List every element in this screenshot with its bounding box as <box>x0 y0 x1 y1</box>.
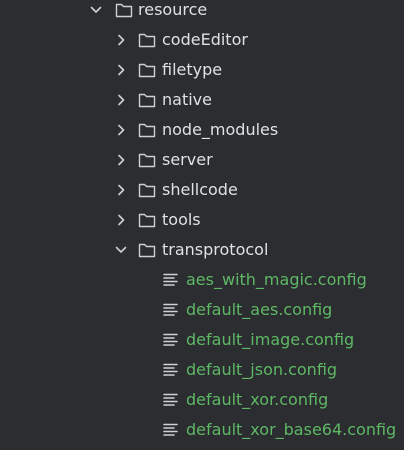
tree-node-resource[interactable]: resource <box>0 0 404 25</box>
tree-node-tools[interactable]: tools <box>0 205 404 235</box>
tree-node-node_modules[interactable]: node_modules <box>0 115 404 145</box>
text-file-icon <box>163 333 178 346</box>
tree-file-default_xor_base64[interactable]: default_xor_base64.config <box>0 415 404 445</box>
folder-icon <box>138 213 156 228</box>
folder-icon <box>138 153 156 168</box>
chevron-right-icon[interactable] <box>113 212 129 228</box>
text-file-icon <box>163 363 178 376</box>
tree-file-default_aes[interactable]: default_aes.config <box>0 295 404 325</box>
tree-node-label: filetype <box>162 60 223 79</box>
tree-file-label: default_xor_base64.config <box>186 420 397 439</box>
chevron-right-icon[interactable] <box>113 122 129 138</box>
tree-node-label: codeEditor <box>162 30 248 49</box>
tree-node-server[interactable]: server <box>0 145 404 175</box>
chevron-down-icon[interactable] <box>88 2 104 18</box>
chevron-right-icon[interactable] <box>113 152 129 168</box>
folder-icon <box>138 123 156 138</box>
folder-icon <box>115 3 133 18</box>
tree-node-label: native <box>162 90 212 109</box>
folder-icon <box>138 93 156 108</box>
chevron-right-icon[interactable] <box>113 92 129 108</box>
tree-file-label: aes_with_magic.config <box>186 270 367 289</box>
tree-file-label: default_image.config <box>186 330 355 349</box>
tree-node-native[interactable]: native <box>0 85 404 115</box>
text-file-icon <box>163 303 178 316</box>
tree-node-transprotocol[interactable]: transprotocol <box>0 235 404 265</box>
tree-file-default_image[interactable]: default_image.config <box>0 325 404 355</box>
tree-file-aes_with_magic[interactable]: aes_with_magic.config <box>0 265 404 295</box>
text-file-icon <box>163 423 178 436</box>
tree-node-shellcode[interactable]: shellcode <box>0 175 404 205</box>
folder-icon <box>138 63 156 78</box>
project-tree: resource codeEditor filetype native node… <box>0 0 404 450</box>
tree-node-codeEditor[interactable]: codeEditor <box>0 25 404 55</box>
tree-file-label: default_aes.config <box>186 300 333 319</box>
tree-node-label: shellcode <box>162 180 238 199</box>
tree-node-label: resource <box>138 0 208 19</box>
tree-file-label: default_xor.config <box>186 390 329 409</box>
text-file-icon <box>163 273 178 286</box>
tree-node-label: node_modules <box>162 120 279 139</box>
tree-node-label: server <box>162 150 213 169</box>
folder-icon <box>138 243 156 258</box>
tree-file-label: default_json.config <box>186 360 338 379</box>
tree-node-label: tools <box>162 210 201 229</box>
text-file-icon <box>163 393 178 406</box>
tree-file-default_json[interactable]: default_json.config <box>0 355 404 385</box>
chevron-right-icon[interactable] <box>113 182 129 198</box>
chevron-right-icon[interactable] <box>113 62 129 78</box>
chevron-down-icon[interactable] <box>113 242 129 258</box>
tree-node-label: transprotocol <box>162 240 269 259</box>
chevron-right-icon[interactable] <box>113 32 129 48</box>
folder-icon <box>138 33 156 48</box>
tree-node-filetype[interactable]: filetype <box>0 55 404 85</box>
folder-icon <box>138 183 156 198</box>
tree-file-default_xor[interactable]: default_xor.config <box>0 385 404 415</box>
